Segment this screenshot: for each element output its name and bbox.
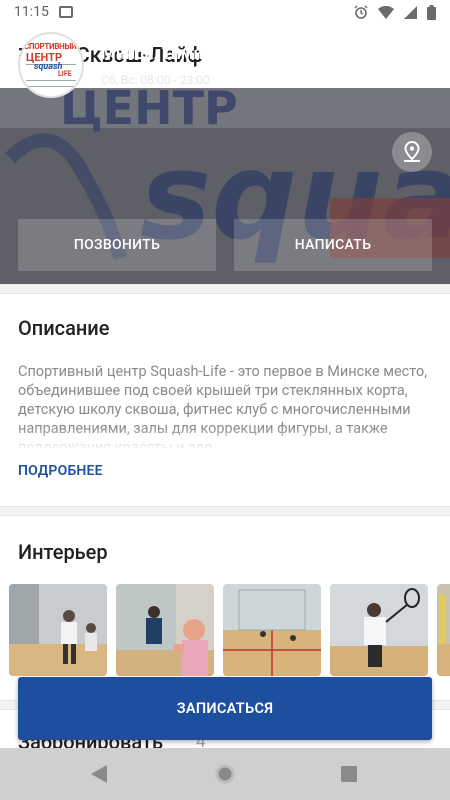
logo-text: СПОРТИВНЫЙ [24,42,77,51]
status-time: 11:15 [14,4,49,20]
club-logo: СПОРТИВНЫЙ ЦЕНТР squash LIFE [18,32,84,98]
image-icon [58,6,73,18]
system-nav-bar [0,748,450,800]
interior-title: Интерьер [18,540,108,564]
recents-icon[interactable] [323,748,375,800]
logo-divider [26,86,76,87]
sign-up-button[interactable]: ЗАПИСАТЬСЯ [18,677,432,740]
description-title: Описание [18,316,110,340]
back-icon[interactable] [73,748,125,800]
section-divider [0,284,450,294]
section-divider [0,506,450,516]
logo-text: LIFE [58,70,72,78]
alarm-icon [354,5,368,19]
child-at-glass-photo[interactable] [116,584,214,676]
home-icon[interactable] [199,748,251,800]
more-link[interactable]: ПОДРОБНЕЕ [18,463,103,479]
club-address: Минск, Тимирязева, 46А [101,44,298,64]
write-button[interactable]: НАПИСАТЬ [234,219,432,271]
club-hours: Сб, Вс: 08:00 - 23:00 [101,73,210,87]
logo-divider [26,80,76,81]
description-fade [18,428,432,450]
battery-icon [427,4,436,20]
wifi-icon [378,5,394,19]
court-edge-photo[interactable] [437,584,450,676]
court-players-photo[interactable] [9,584,107,676]
player-serving-photo[interactable] [330,584,428,676]
status-icons [354,4,436,20]
signal-icon [404,5,417,19]
call-button[interactable]: ПОЗВОНИТЬ [18,219,216,271]
empty-court-photo[interactable] [223,584,321,676]
interior-gallery[interactable] [9,584,450,676]
status-bar: 11:15 [0,0,450,24]
location-pin-icon[interactable] [392,132,432,172]
